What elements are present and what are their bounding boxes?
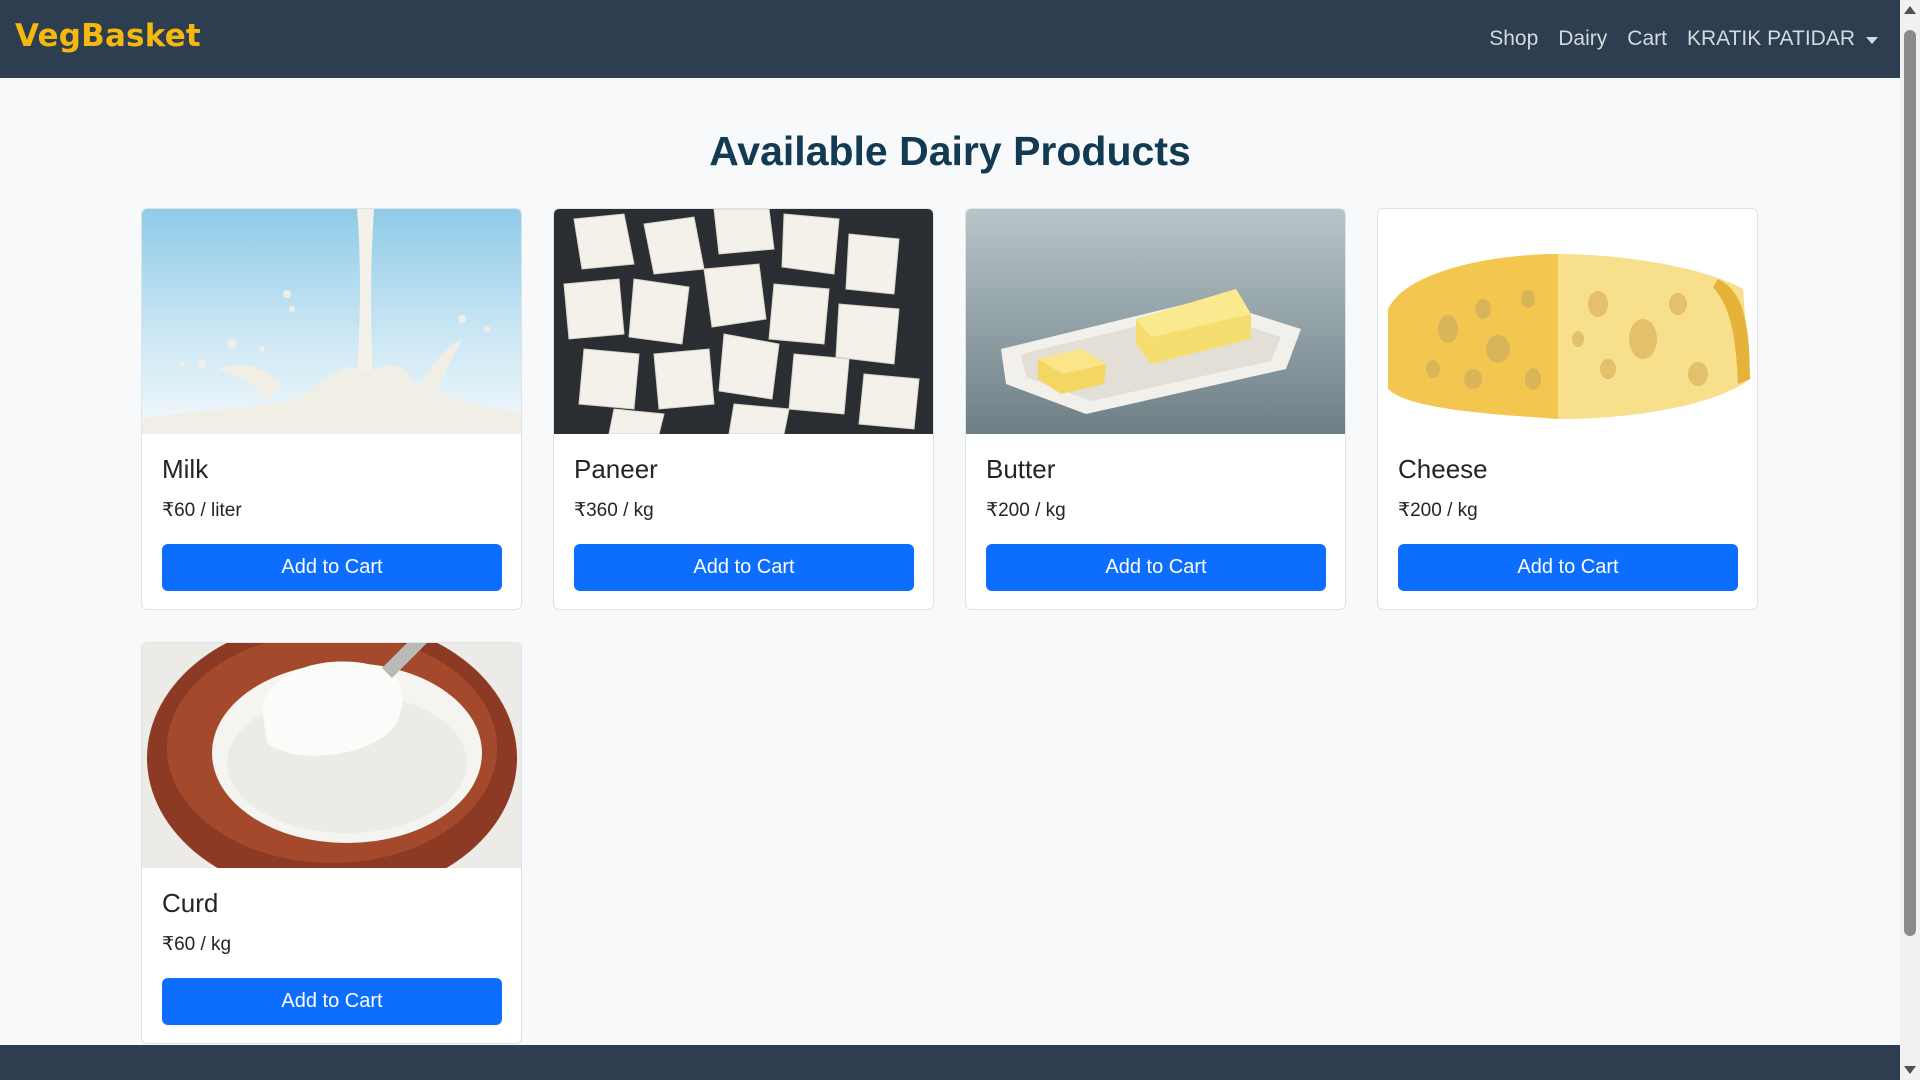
add-to-cart-button[interactable]: Add to Cart [162,978,502,1025]
vertical-scrollbar[interactable] [1900,0,1920,1080]
product-name: Curd [162,888,219,918]
product-name: Butter [986,454,1056,484]
scrollbar-thumb[interactable] [1904,30,1916,936]
paneer-cubes-image [554,209,933,434]
product-card-paneer: Paneer ₹360 / kg Add to Cart [553,208,934,610]
scroll-up-arrow-icon[interactable] [1904,6,1916,14]
product-price: ₹60 / liter [162,500,242,521]
cheese-wheel-image [1378,209,1757,434]
user-name: KRATIK PATIDAR [1686,27,1855,50]
brand-logo[interactable]: VegBasket [15,18,201,54]
add-to-cart-button[interactable]: Add to Cart [574,544,914,591]
page-title: Available Dairy Products [709,128,1191,174]
product-name: Cheese [1398,454,1488,484]
caret-down-icon [1866,36,1878,44]
add-to-cart-button[interactable]: Add to Cart [986,544,1326,591]
scroll-down-arrow-icon[interactable] [1904,1066,1916,1074]
product-price: ₹60 / kg [162,934,232,955]
product-card-cheese: Cheese ₹200 / kg Add to Cart [1377,208,1758,610]
milk-splash-image [142,209,521,434]
product-card-milk: Milk ₹60 / liter Add to Cart [141,208,522,610]
user-menu-dropdown[interactable]: KRATIK PATIDAR [1687,27,1878,51]
butter-dish-image [966,209,1345,434]
add-to-cart-button[interactable]: Add to Cart [162,544,502,591]
navbar: VegBasket Shop Dairy Cart KRATIK PATIDAR [0,0,1900,78]
curd-bowl-image [142,643,521,868]
product-price: ₹200 / kg [1398,500,1478,521]
nav-link-shop[interactable]: Shop [1489,27,1538,51]
product-name: Paneer [574,454,658,484]
product-card-curd: Curd ₹60 / kg Add to Cart [141,642,522,1044]
footer-bar [0,1045,1900,1080]
add-to-cart-button[interactable]: Add to Cart [1398,544,1738,591]
nav-links: Shop Dairy Cart KRATIK PATIDAR [1469,0,1878,78]
product-price: ₹360 / kg [574,500,654,521]
product-name: Milk [162,454,209,484]
nav-link-cart[interactable]: Cart [1627,27,1667,51]
product-card-butter: Butter ₹200 / kg Add to Cart [965,208,1346,610]
product-price: ₹200 / kg [986,500,1066,521]
nav-link-dairy[interactable]: Dairy [1558,27,1607,51]
